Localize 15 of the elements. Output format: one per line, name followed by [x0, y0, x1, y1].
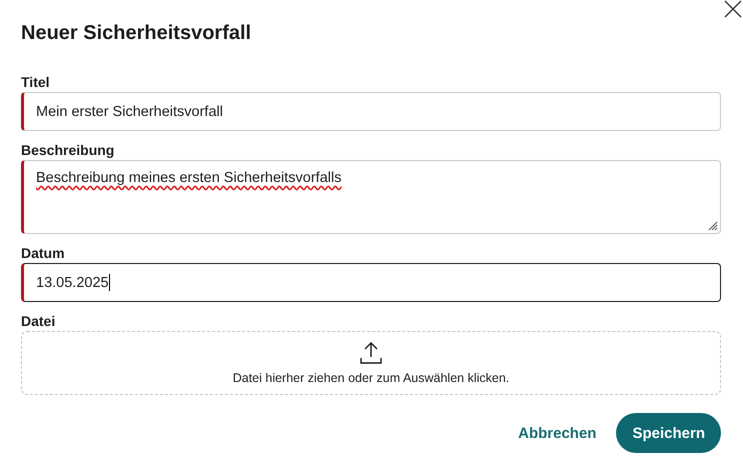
upload-icon	[359, 341, 383, 365]
save-button[interactable]: Speichern	[616, 413, 721, 453]
cancel-button[interactable]: Abbrechen	[510, 413, 604, 453]
field-label: Datum	[21, 245, 65, 261]
dropzone-hint: Datei hierher ziehen oder zum Auswählen klicken.	[232, 371, 510, 385]
resize-grip-icon[interactable]	[707, 220, 718, 231]
title-field[interactable]: Mein erster Sicherheitsvorfall	[21, 92, 721, 131]
dialog-title: Neuer Sicherheitsvorfall	[21, 21, 252, 46]
close-icon[interactable]	[724, 0, 742, 18]
field-label: Beschreibung	[21, 142, 114, 158]
description-field[interactable]: Beschreibung meines ersten Sicherheitsvorfalls	[21, 160, 721, 234]
field-label: Datei	[21, 313, 56, 329]
field-label: Titel	[21, 74, 50, 90]
file-dropzone[interactable]: Datei hierher ziehen oder zum Auswählen klicken.	[21, 331, 721, 395]
date-field[interactable]: 13.05.2025	[21, 263, 721, 302]
